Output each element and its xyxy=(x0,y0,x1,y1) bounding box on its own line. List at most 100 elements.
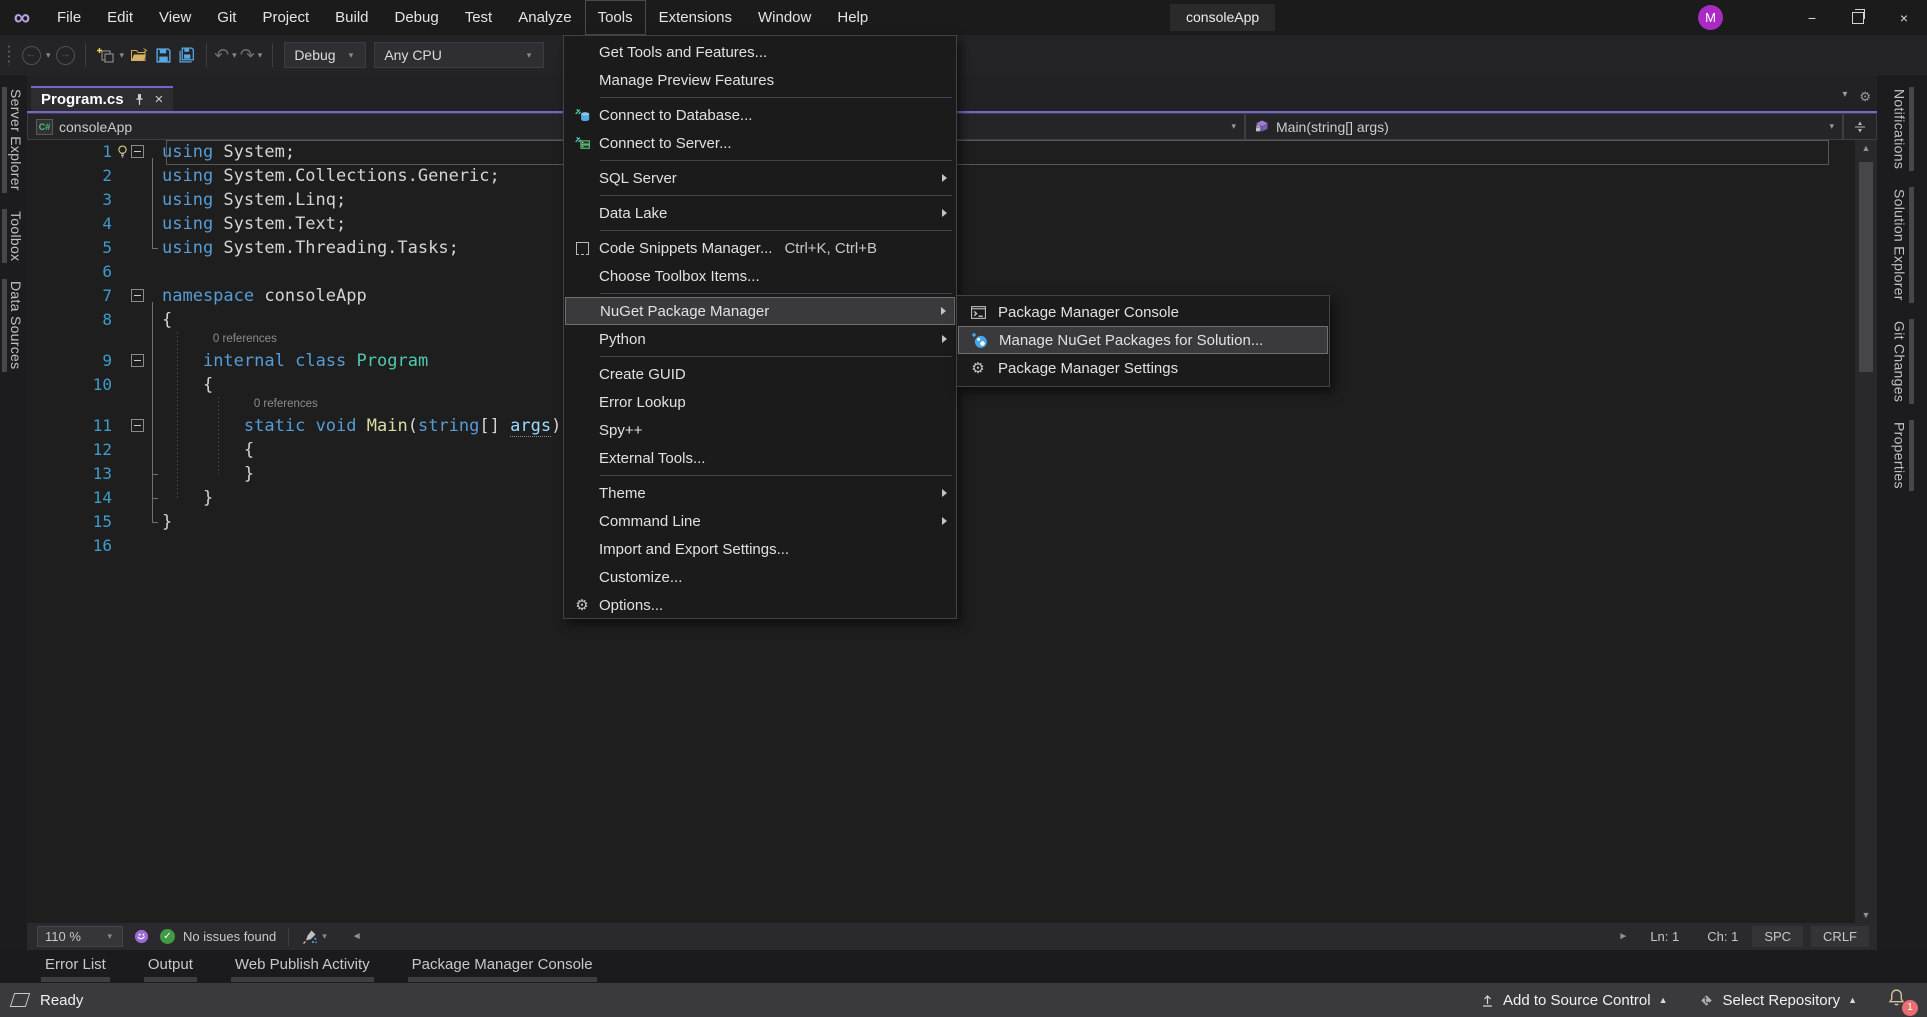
account-avatar[interactable]: M xyxy=(1698,5,1723,30)
menu-item-spy[interactable]: Spy++ xyxy=(565,416,955,444)
select-repository-button[interactable]: Select Repository ▲ xyxy=(1698,992,1857,1009)
menu-item-get-tools-and-features[interactable]: Get Tools and Features... xyxy=(565,38,955,66)
menu-item-manage-nuget-packages-for-solution[interactable]: Manage NuGet Packages for Solution... xyxy=(958,326,1328,354)
save-button[interactable] xyxy=(152,42,174,68)
collapse-region-icon[interactable] xyxy=(131,354,144,367)
bottom-panel-tab-error-list[interactable]: Error List xyxy=(37,950,114,985)
maximize-button[interactable] xyxy=(1835,0,1881,35)
tool-window-tab-properties[interactable]: Properties xyxy=(1891,420,1914,491)
solution-platform-dropdown[interactable]: Any CPU ▾ xyxy=(374,42,544,68)
menubar-item-test[interactable]: Test xyxy=(452,0,506,35)
menubar-item-build[interactable]: Build xyxy=(322,0,381,35)
tool-window-tab-server-explorer[interactable]: Server Explorer xyxy=(2,87,25,193)
menu-item-connect-to-database[interactable]: Connect to Database... xyxy=(565,101,955,129)
menubar-item-file[interactable]: File xyxy=(44,0,94,35)
lightbulb-icon[interactable] xyxy=(115,144,130,159)
menu-item-options[interactable]: ⚙Options... xyxy=(565,591,955,619)
split-editor-button[interactable] xyxy=(1843,113,1877,140)
menubar-item-extensions[interactable]: Extensions xyxy=(646,0,745,35)
navigate-forward-button[interactable]: → xyxy=(55,42,77,68)
menu-item-python[interactable]: Python xyxy=(565,325,955,353)
new-project-icon xyxy=(96,47,114,63)
tool-window-tab-git-changes[interactable]: Git Changes xyxy=(1891,319,1914,404)
save-all-button[interactable] xyxy=(176,42,198,68)
menubar-item-view[interactable]: View xyxy=(146,0,204,35)
document-tab-programcs[interactable]: Program.cs × xyxy=(31,86,173,111)
scroll-down-icon[interactable]: ▼ xyxy=(1855,910,1877,920)
notifications-button[interactable]: 1 xyxy=(1887,988,1911,1012)
code-cleanup-dropdown[interactable]: ▾ xyxy=(319,931,330,942)
menubar-item-git[interactable]: Git xyxy=(204,0,249,35)
redo-dropdown[interactable]: ▾ xyxy=(255,50,266,61)
menubar-item-help[interactable]: Help xyxy=(824,0,881,35)
new-project-dropdown[interactable]: ▾ xyxy=(117,50,128,61)
bottom-panel-tab-web-publish-activity[interactable]: Web Publish Activity xyxy=(227,950,378,985)
line-ending-indicator[interactable]: CRLF xyxy=(1811,926,1869,947)
menu-item-manage-preview-features[interactable]: Manage Preview Features xyxy=(565,66,955,94)
line-number: 15 xyxy=(27,510,112,534)
menu-item-error-lookup[interactable]: Error Lookup xyxy=(565,388,955,416)
vertical-scrollbar[interactable]: ▲ ▼ xyxy=(1855,140,1877,923)
menu-item-data-lake[interactable]: Data Lake xyxy=(565,199,955,227)
tool-window-tab-notifications[interactable]: Notifications xyxy=(1891,87,1914,171)
document-health-indicator[interactable]: ✓ No issues found xyxy=(160,929,276,944)
menubar-item-debug[interactable]: Debug xyxy=(382,0,452,35)
menu-item-label: Theme xyxy=(599,485,646,502)
active-files-dropdown-icon[interactable]: ▾ xyxy=(1842,89,1847,105)
open-file-button[interactable] xyxy=(128,42,150,68)
menu-item-customize[interactable]: Customize... xyxy=(565,563,955,591)
pin-icon[interactable] xyxy=(133,93,146,106)
navigate-back-button[interactable]: ← xyxy=(20,42,42,68)
spaces-indicator[interactable]: SPC xyxy=(1752,926,1803,947)
menu-item-choose-toolbox-items[interactable]: Choose Toolbox Items... xyxy=(565,262,955,290)
scrollbar-thumb[interactable] xyxy=(1859,162,1873,372)
tool-window-tab-toolbox[interactable]: Toolbox xyxy=(2,209,25,263)
intellicode-icon[interactable] xyxy=(133,928,150,945)
bottom-panel-tab-package-manager-console[interactable]: Package Manager Console xyxy=(404,950,601,985)
minimize-button[interactable]: − xyxy=(1789,0,1835,35)
redo-button[interactable]: ↷ xyxy=(240,45,255,66)
menubar-item-analyze[interactable]: Analyze xyxy=(505,0,584,35)
horizontal-scrollbar[interactable] xyxy=(370,923,1611,950)
new-project-button[interactable] xyxy=(94,42,116,68)
close-button[interactable]: × xyxy=(1881,0,1927,35)
menu-item-sql-server[interactable]: SQL Server xyxy=(565,164,955,192)
solution-configuration-dropdown[interactable]: Debug ▾ xyxy=(284,42,366,68)
menu-item-command-line[interactable]: Command Line xyxy=(565,507,955,535)
scroll-right-icon[interactable]: ► xyxy=(1610,931,1636,942)
tool-window-tab-data-sources[interactable]: Data Sources xyxy=(2,279,25,371)
menubar-item-window[interactable]: Window xyxy=(745,0,824,35)
scroll-left-icon[interactable]: ◄ xyxy=(344,931,370,942)
menu-item-nuget-package-manager[interactable]: NuGet Package Manager xyxy=(565,297,955,325)
undo-button[interactable]: ↶ xyxy=(214,45,229,66)
collapse-region-icon[interactable] xyxy=(131,419,144,432)
chevron-up-icon: ▲ xyxy=(1659,995,1668,1005)
collapse-region-icon[interactable] xyxy=(131,145,144,158)
menu-item-import-and-export-settings[interactable]: Import and Export Settings... xyxy=(565,535,955,563)
menubar-item-edit[interactable]: Edit xyxy=(94,0,146,35)
add-to-source-control-button[interactable]: Add to Source Control ▲ xyxy=(1480,992,1668,1009)
zoom-dropdown[interactable]: 110 % ▾ xyxy=(37,926,123,947)
menu-item-label: Python xyxy=(599,331,646,348)
navigate-back-dropdown[interactable]: ▾ xyxy=(43,50,54,61)
member-dropdown[interactable]: Main(string[] args) ▾ xyxy=(1245,113,1843,140)
menu-item-package-manager-console[interactable]: Package Manager Console xyxy=(958,298,1328,326)
menubar-item-project[interactable]: Project xyxy=(249,0,322,35)
line-number: 9 xyxy=(27,349,112,373)
menu-item-create-guid[interactable]: Create GUID xyxy=(565,360,955,388)
collapse-region-icon[interactable] xyxy=(131,289,144,302)
menu-item-connect-to-server[interactable]: Connect to Server... xyxy=(565,129,955,157)
bottom-panel-tab-output[interactable]: Output xyxy=(140,950,201,985)
menu-item-theme[interactable]: Theme xyxy=(565,479,955,507)
undo-dropdown[interactable]: ▾ xyxy=(229,50,240,61)
menu-item-code-snippets-manager[interactable]: Code Snippets Manager...Ctrl+K, Ctrl+B xyxy=(565,234,955,262)
close-icon[interactable]: × xyxy=(155,92,164,107)
tool-window-tab-solution-explorer[interactable]: Solution Explorer xyxy=(1891,187,1914,303)
menu-item-package-manager-settings[interactable]: ⚙Package Manager Settings xyxy=(958,354,1328,382)
menubar-item-tools[interactable]: Tools xyxy=(585,0,646,35)
code-cleanup-icon[interactable] xyxy=(301,929,319,945)
toolbar-grip[interactable] xyxy=(7,44,11,66)
editor-options-icon[interactable]: ⚙ xyxy=(1859,89,1871,105)
menu-item-external-tools[interactable]: External Tools... xyxy=(565,444,955,472)
scroll-up-icon[interactable]: ▲ xyxy=(1855,143,1877,153)
